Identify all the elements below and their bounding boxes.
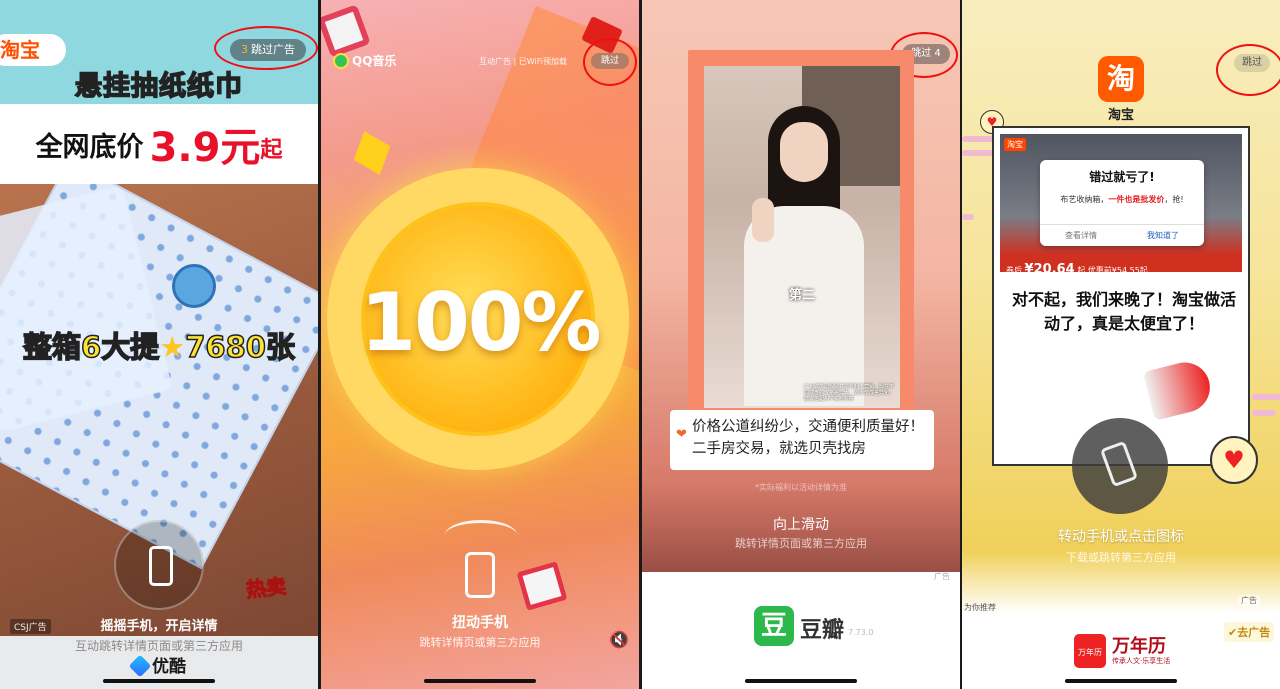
ad-copy-text: 价格公道纠纷少，交通便利质量好！二手房交易，就选贝壳找房 xyxy=(692,419,924,457)
app-name: 优酷 xyxy=(152,657,186,677)
rotate-button[interactable] xyxy=(1072,418,1168,514)
app-logo: QQ音乐 xyxy=(333,52,396,69)
popup-body-b: ，抢! xyxy=(1164,195,1184,204)
card-message: 对不起，我们来晚了！淘宝做活动了，真是太便宜了！ xyxy=(1011,290,1236,333)
presenter-hand xyxy=(752,198,774,242)
app-footer-logo: 优酷 xyxy=(0,652,318,678)
product-image: 淘宝 错过就亏了! 布艺收纳箱，一件也是批发价，抢! 查看详情 我知道了 券后 … xyxy=(1000,134,1242,277)
phone-icon xyxy=(149,546,173,586)
remove-ad-button[interactable]: ✔去广告 xyxy=(1224,622,1275,642)
quantity-b: 7680张 xyxy=(184,329,295,365)
decor-cube xyxy=(353,131,391,175)
popup-body: 布艺收纳箱，一件也是批发价，抢! xyxy=(1040,194,1204,205)
mute-icon[interactable]: 🔇 xyxy=(609,630,629,649)
phone-icon[interactable] xyxy=(465,552,495,598)
home-indicator[interactable] xyxy=(103,679,215,683)
skip-highlight-circle xyxy=(1216,44,1280,96)
price-suffix: 起 xyxy=(260,138,283,163)
home-indicator[interactable] xyxy=(424,679,536,683)
calendar-app-icon: 万年历 xyxy=(1074,634,1106,668)
action-subhint: 跳转详情页或第三方应用 xyxy=(419,636,541,649)
progress-percent: 100% xyxy=(360,276,601,369)
home-indicator[interactable] xyxy=(745,679,857,683)
ad-screen-qqmusic[interactable]: QQ音乐 互动广告 | 已WiFi预加载 跳过 100% 扭动手机 跳转详情页或… xyxy=(321,0,639,689)
heart-icon-large: ♥ xyxy=(1210,436,1258,484)
product-quantity-text: 整箱6大提★7680张 xyxy=(0,324,318,366)
popup-body-highlight: 一件也是批发价 xyxy=(1108,195,1165,204)
heart-icon: ❤ xyxy=(676,427,687,442)
home-indicator[interactable] xyxy=(1065,679,1177,683)
video-subcaption: 广州城市副规则打造有利于营销，现在不同楼盘的价格差异大，逐步形成差异化，建议搭配… xyxy=(804,384,895,402)
quantity-a: 整箱6大提 xyxy=(22,329,160,365)
decor-stripe xyxy=(1252,410,1276,416)
ad-screen-wannianli[interactable]: 淘 淘宝 跳过 ♥ 淘宝 错过就亏了! 布艺收纳箱，一件也是批发价，抢! 查看详… xyxy=(962,0,1280,689)
price-value: 3.9元 xyxy=(149,125,261,171)
promo-popup: 错过就亏了! 布艺收纳箱，一件也是批发价，抢! 查看详情 我知道了 xyxy=(1040,160,1204,246)
decor-stripe xyxy=(962,214,974,220)
decor-stripe xyxy=(1252,394,1280,400)
app-slogan: 传承人文·乐享生活 xyxy=(1112,657,1171,665)
action-hint: 转动手机或点击图标 xyxy=(1058,529,1184,545)
douban-app-icon: 豆 xyxy=(754,606,794,646)
qqmusic-icon xyxy=(333,53,349,69)
ad-info-links: 互动广告 | 已WiFi预加载 xyxy=(479,57,567,66)
app-name: 淘宝 xyxy=(1107,108,1134,123)
ad-tag: 广告 xyxy=(1238,595,1260,606)
popup-ok-button: 我知道了 xyxy=(1147,231,1179,240)
presenter xyxy=(744,106,864,406)
taobao-app-icon[interactable]: 淘 xyxy=(1098,56,1144,102)
ad-video[interactable] xyxy=(704,66,900,408)
action-hint: 扭动手机 xyxy=(452,615,508,631)
skip-highlight-circle xyxy=(583,38,637,86)
image-tag: 淘宝 xyxy=(1004,138,1026,151)
price-value: ¥20.64 xyxy=(1024,262,1075,277)
price-label: 券后 xyxy=(1006,266,1022,275)
rotate-arrow-icon xyxy=(445,520,517,550)
action-subhint: 下载或跳转第三方应用 xyxy=(1066,551,1176,564)
shake-button[interactable] xyxy=(114,520,204,610)
brand-logo: 淘宝 xyxy=(0,34,66,66)
app-version: 7.73.0 xyxy=(848,628,874,637)
gift-box-icon xyxy=(321,4,371,58)
action-subhint: 跳转详情页面或第三方应用 xyxy=(735,537,867,550)
presenter-face xyxy=(780,122,828,182)
app-name: QQ音乐 xyxy=(352,54,397,68)
ad-card[interactable]: 淘宝 错过就亏了! 布艺收纳箱，一件也是批发价，抢! 查看详情 我知道了 券后 … xyxy=(992,126,1250,466)
ad-copy-bubble[interactable]: ❤ 价格公道纠纷少，交通便利质量好！二手房交易，就选贝壳找房 xyxy=(670,410,934,470)
popup-detail-button: 查看详情 xyxy=(1065,231,1097,240)
popup-body-a: 布艺收纳箱， xyxy=(1060,195,1109,204)
popup-divider xyxy=(1040,224,1204,225)
disclaimer: *实际福利以活动详情为准 xyxy=(755,483,847,492)
gift-box-icon-bottom xyxy=(516,560,568,612)
skip-highlight-circle xyxy=(214,26,318,70)
popup-title: 错过就亏了! xyxy=(1089,170,1155,184)
action-hint: 向上滑动 xyxy=(773,517,829,533)
app-name: 万年历 xyxy=(1112,636,1166,657)
ad-screen-douban[interactable]: 跳过 4 第二 广州城市副规则打造有利于营销，现在不同楼盘的价格差异大，逐步形成… xyxy=(642,0,960,689)
ad-tag: 广告 xyxy=(934,572,950,581)
ad-source-tag: CSJ广告 xyxy=(10,619,51,634)
star-icon: ★ xyxy=(159,330,186,364)
price-bar: 券后 ¥20.64 起 优惠前¥54.55起 xyxy=(1006,262,1148,277)
recommend-label: 为你推荐 xyxy=(964,603,996,612)
video-caption: 第二 xyxy=(788,288,815,303)
youku-icon xyxy=(128,654,152,678)
app-name: 豆瓣 xyxy=(800,618,845,643)
price-banner: 全网底价 3.9元 起 xyxy=(0,104,318,184)
decor-stripe xyxy=(962,136,996,142)
price-prefix: 全网底价 xyxy=(35,131,144,163)
ad-screen-youku[interactable]: 淘宝 悬挂抽纸纸巾 3 跳过广告 全网底价 3.9元 起 整箱6大提★7680张 … xyxy=(0,0,318,689)
price-original: 起 优惠前¥54.55起 xyxy=(1077,266,1148,275)
hot-sale-label: 热卖 xyxy=(245,573,288,603)
mascot-icon xyxy=(172,264,216,308)
phone-icon xyxy=(1099,440,1139,488)
